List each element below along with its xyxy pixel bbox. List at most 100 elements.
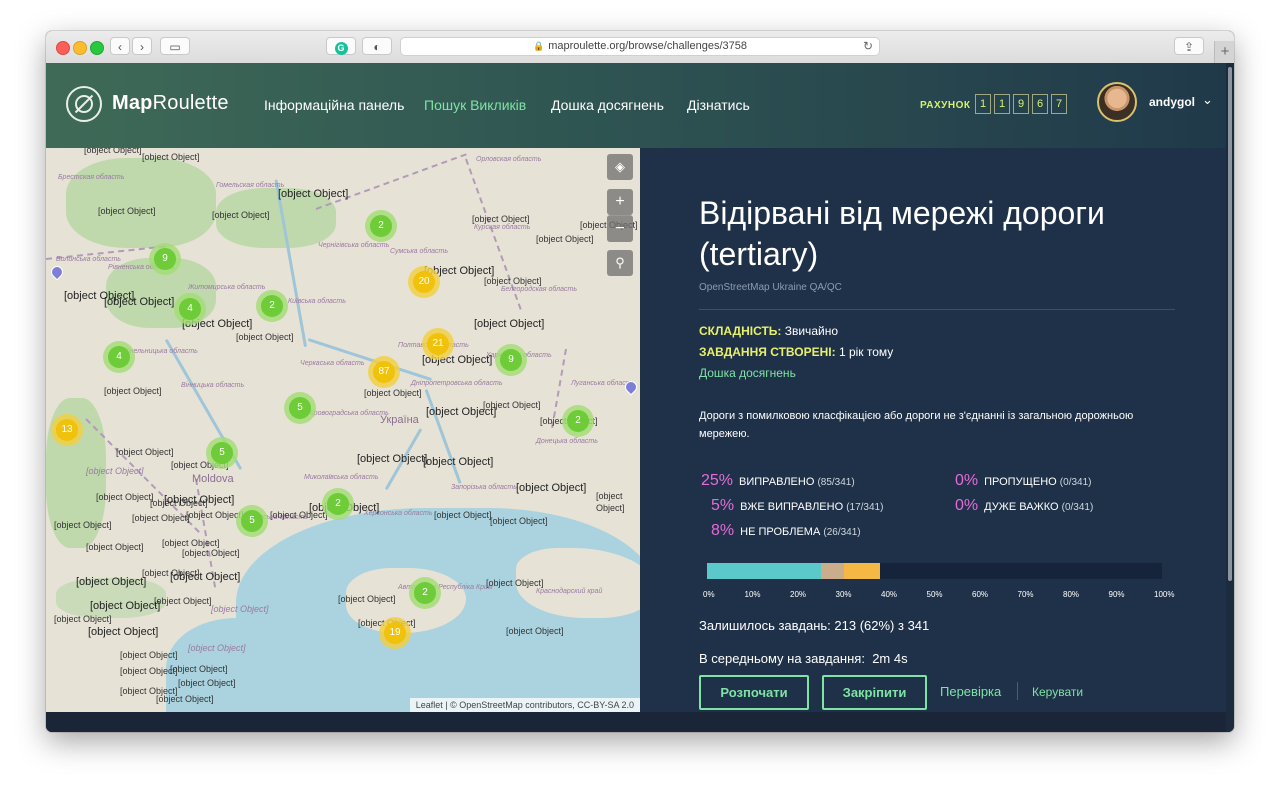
- task-marker-icon[interactable]: [48, 263, 66, 281]
- nav-learn[interactable]: Дізнатись: [687, 97, 750, 113]
- created-row: ЗАВДАННЯ СТВОРЕНІ: 1 рік тому: [699, 345, 893, 359]
- leaderboard-link[interactable]: Дошка досягнень: [699, 366, 796, 380]
- scrollbar-thumb[interactable]: [1228, 67, 1232, 581]
- grammarly-extension-icon[interactable]: G: [326, 37, 356, 55]
- nav-dashboard[interactable]: Інформаційна панель: [264, 97, 404, 113]
- challenge-owner[interactable]: OpenStreetMap Ukraine QA/QC: [699, 282, 842, 293]
- address-bar[interactable]: 🔒 maproulette.org/browse/challenges/3758 …: [400, 37, 880, 56]
- city-label: [object Object]: [162, 538, 220, 548]
- stat-not-an-issue: 8% НЕ ПРОБЛЕМА (26/341): [711, 522, 861, 539]
- average-time: В середньому на завдання: 2m 4s: [699, 651, 908, 666]
- progress-tick-label: 40%: [881, 590, 898, 599]
- region-label: Донецька область: [536, 438, 598, 445]
- city-label: [object Object]: [270, 510, 328, 520]
- task-cluster[interactable]: 4: [174, 293, 206, 325]
- back-icon[interactable]: ‹: [110, 37, 130, 55]
- country-border: [315, 153, 467, 210]
- nav-find-challenges[interactable]: Пошук Викликів: [424, 97, 526, 113]
- task-cluster[interactable]: 20: [408, 266, 440, 298]
- region-label: Брестская область: [58, 174, 125, 181]
- city-label: [object Object]: [434, 510, 492, 520]
- city-label: [object Object]: [156, 694, 214, 704]
- task-cluster[interactable]: 5: [284, 392, 316, 424]
- city-label: [object Object]: [142, 152, 200, 162]
- city-label: [object Object]: [132, 513, 190, 523]
- task-cluster[interactable]: 2: [365, 210, 397, 242]
- new-tab-icon[interactable]: +: [1214, 41, 1234, 63]
- city-label: [object Object]: [536, 234, 594, 244]
- city-label: [object Object]: [486, 578, 544, 588]
- progress-tick-label: 60%: [972, 590, 989, 599]
- city-label: [object Object]: [116, 447, 174, 457]
- task-cluster[interactable]: 13: [51, 414, 83, 446]
- score-digit: 1: [994, 94, 1010, 114]
- privacy-shield-icon[interactable]: ◐: [362, 37, 392, 55]
- username[interactable]: andygol: [1149, 95, 1195, 109]
- region-label: Черкаська область: [300, 360, 365, 367]
- progress-tick-label: 20%: [790, 590, 807, 599]
- task-cluster[interactable]: 87: [368, 356, 400, 388]
- task-cluster[interactable]: 2: [562, 405, 594, 437]
- manage-link[interactable]: Керувати: [1032, 685, 1083, 699]
- city-label: [object Object]: [104, 386, 162, 396]
- reload-icon[interactable]: ↻: [863, 38, 873, 55]
- stat-skipped: 0% ПРОПУЩЕНО (0/341): [955, 472, 1092, 489]
- nav-leaderboard[interactable]: Дошка досягнень: [551, 97, 664, 113]
- city-label: [object Object]: [484, 276, 542, 286]
- region-label: Гомельская область: [216, 182, 285, 189]
- score-label: РАХУНОК: [920, 100, 971, 111]
- created-value: 1 рік тому: [838, 345, 894, 359]
- region-label: Хмельницька область: [124, 348, 198, 355]
- city-label: [object Object]: [212, 210, 270, 220]
- start-button[interactable]: Розпочати: [699, 675, 809, 710]
- sidebar-toggle-icon[interactable]: ▭: [160, 37, 190, 55]
- brand-name[interactable]: MapRoulette: [112, 92, 229, 115]
- task-cluster[interactable]: 9: [149, 243, 181, 275]
- city-label: [object Object]: [88, 626, 159, 638]
- task-cluster[interactable]: 2: [256, 290, 288, 322]
- challenge-map[interactable]: Чернігівська область Сумська область Киї…: [46, 148, 640, 712]
- task-cluster[interactable]: 4: [103, 341, 135, 373]
- average-time-label: В середньому на завдання:: [699, 651, 865, 666]
- region-label: Вінницька область: [181, 382, 245, 389]
- avatar[interactable]: [1097, 82, 1137, 122]
- city-label: [object Object]: [186, 510, 244, 520]
- progress-segment-fixed: [707, 563, 821, 579]
- share-icon[interactable]: ⇪: [1174, 37, 1204, 55]
- progress-segment-not-an-issue: [843, 563, 880, 579]
- region-label: Миколаївська область: [304, 474, 379, 481]
- inspect-link[interactable]: Перевірка: [940, 684, 1001, 699]
- task-cluster[interactable]: 5: [206, 437, 238, 469]
- map-attribution[interactable]: Leaflet | © OpenStreetMap contributors, …: [409, 698, 640, 712]
- chevron-down-icon[interactable]: ⌄: [1202, 92, 1213, 108]
- task-cluster[interactable]: 2: [409, 577, 441, 609]
- city-label: [object Object]: [90, 600, 161, 612]
- progress-tick-label: 90%: [1108, 590, 1125, 599]
- search-icon[interactable]: ⚲: [607, 250, 633, 276]
- city-label: [object Object]: [96, 492, 154, 502]
- layers-icon[interactable]: ◈: [607, 154, 633, 180]
- challenge-description: Дороги з помилковою класфікацією або дор…: [699, 410, 1134, 440]
- task-cluster[interactable]: 9: [495, 344, 527, 376]
- forward-icon[interactable]: ›: [132, 37, 152, 55]
- city-label: [object Object]: [211, 604, 269, 614]
- zoom-out-button[interactable]: −: [607, 215, 633, 242]
- task-cluster[interactable]: 5: [236, 505, 268, 537]
- minimize-window-button[interactable]: [73, 41, 87, 55]
- city-label: [object Object]: [423, 456, 494, 468]
- difficulty-row: СКЛАДНІСТЬ: Звичайно: [699, 324, 838, 338]
- city-label: [object Object]: [98, 206, 156, 216]
- task-cluster[interactable]: 2: [322, 488, 354, 520]
- maproulette-logo-icon[interactable]: [66, 86, 102, 122]
- city-label: [object Object]: [516, 482, 587, 494]
- page-scrollbar[interactable]: [1226, 63, 1234, 732]
- close-window-button[interactable]: [56, 41, 70, 55]
- region-label: Житомирська область: [188, 284, 266, 291]
- zoom-in-button[interactable]: +: [607, 189, 633, 215]
- forest-area: [66, 158, 216, 248]
- maximize-window-button[interactable]: [90, 41, 104, 55]
- city-label: [object Object]: [364, 388, 422, 398]
- pin-button[interactable]: Закріпити: [822, 675, 927, 710]
- task-cluster[interactable]: 19: [379, 617, 411, 649]
- task-cluster[interactable]: 21: [422, 328, 454, 360]
